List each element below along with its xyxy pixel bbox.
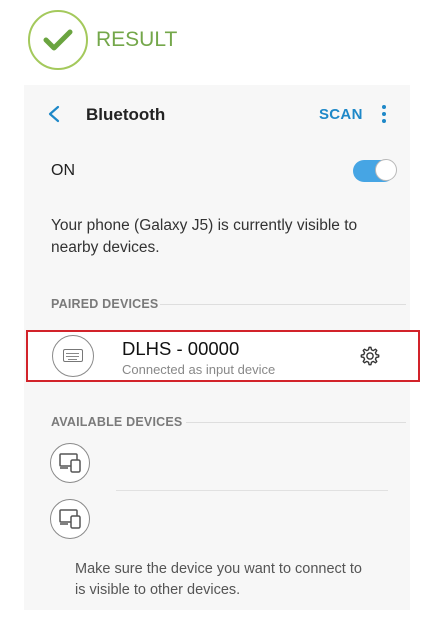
device-status: Connected as input device xyxy=(122,362,276,377)
devices-icon[interactable] xyxy=(50,499,90,539)
section-divider xyxy=(186,422,406,423)
available-devices-header: AVAILABLE DEVICES xyxy=(51,415,183,429)
section-divider xyxy=(160,304,406,305)
bluetooth-settings-screen: Bluetooth SCAN ON Your phone (Galaxy J5)… xyxy=(24,85,420,610)
keyboard-icon xyxy=(52,335,94,377)
chevron-left-icon[interactable] xyxy=(46,105,62,123)
paired-devices-header: PAIRED DEVICES xyxy=(51,297,159,311)
list-divider xyxy=(116,490,388,491)
result-banner: RESULT xyxy=(0,0,430,84)
checkmark-circle-icon xyxy=(28,10,88,70)
gear-icon[interactable] xyxy=(359,345,381,367)
paired-device-row[interactable]: DLHS - 00000 Connected as input device xyxy=(26,330,420,382)
device-name: DLHS - 00000 xyxy=(122,338,240,359)
page-title: Bluetooth xyxy=(86,105,166,124)
scan-button[interactable]: SCAN xyxy=(319,106,363,123)
bluetooth-state-label: ON xyxy=(51,162,75,179)
more-vertical-icon[interactable] xyxy=(379,104,389,124)
visibility-hint: Make sure the device you want to connect… xyxy=(75,561,362,598)
bluetooth-toggle[interactable] xyxy=(353,159,397,182)
devices-icon[interactable] xyxy=(50,443,90,483)
toggle-knob xyxy=(375,159,397,181)
app-bar: Bluetooth SCAN xyxy=(24,85,410,143)
result-label: RESULT xyxy=(96,28,178,51)
visibility-message: Your phone (Galaxy J5) is currently visi… xyxy=(51,217,358,256)
